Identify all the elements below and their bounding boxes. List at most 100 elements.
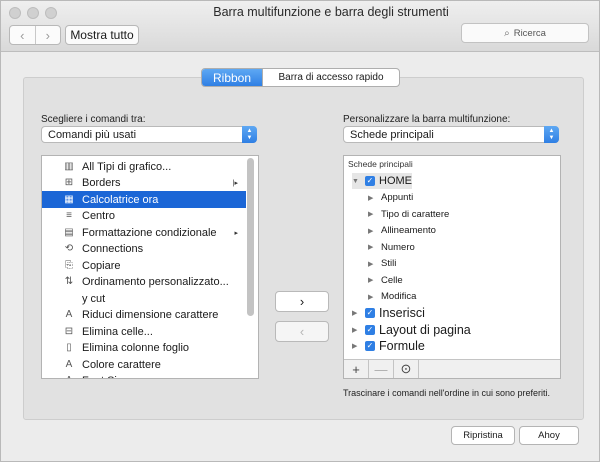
more-options-button[interactable]: ⊙ xyxy=(394,360,419,378)
customize-ribbon-popup[interactable]: Schede principali ▲ ▼ xyxy=(343,126,559,143)
tree-node-label: Numero xyxy=(381,241,415,253)
tree-node[interactable]: ▶ Modifica xyxy=(368,289,416,305)
font-color-icon: A xyxy=(65,358,73,370)
tab-checkbox[interactable]: ✓ xyxy=(365,176,375,186)
tree-node[interactable]: ▶ ✓ Formule xyxy=(352,338,425,354)
disclosure-collapsed-icon[interactable]: ▶ xyxy=(368,293,376,301)
tree-node[interactable]: ▶ ✓ Inserisci xyxy=(352,305,425,321)
command-item[interactable]: y cut xyxy=(42,290,246,307)
forward-button[interactable]: › xyxy=(34,26,61,44)
tree-node-label: Tipo di carattere xyxy=(381,208,450,220)
tab-checkbox[interactable]: ✓ xyxy=(365,341,375,351)
calculator-icon: ▦ xyxy=(64,193,74,205)
popup-arrows-icon: ▲ ▼ xyxy=(544,126,559,143)
add-tab-button[interactable]: + xyxy=(344,360,369,378)
add-command-button[interactable]: › xyxy=(275,291,329,312)
command-item[interactable]: ⊟ Elimina celle... xyxy=(42,323,246,340)
ok-button[interactable]: Ahoy xyxy=(519,426,579,445)
command-label: Elimina celle... xyxy=(82,325,153,338)
window-title: Barra multifunzione e barra degli strume… xyxy=(213,5,449,19)
commands-from-value: Comandi più usati xyxy=(48,128,137,141)
show-all-button[interactable]: Mostra tutto xyxy=(65,25,139,45)
tree-node[interactable]: ▶ Appunti xyxy=(368,190,413,206)
zoom-window-button[interactable] xyxy=(45,7,57,19)
disclosure-collapsed-icon[interactable]: ▶ xyxy=(368,194,376,202)
disclosure-collapsed-icon[interactable]: ▶ xyxy=(352,342,360,350)
tree-node[interactable]: ▶ Stili xyxy=(368,256,396,272)
command-label: All Tipi di grafico... xyxy=(82,160,172,173)
ribbon-tabs-tree[interactable]: Schede principali ▼ ✓ HOME ▶ Appunti ▶ Tipo di… xyxy=(343,155,561,379)
disclosure-collapsed-icon[interactable]: ▶ xyxy=(352,326,360,334)
command-item[interactable]: ⊞ Borders |▸ xyxy=(42,175,246,192)
close-window-button[interactable] xyxy=(9,7,21,19)
tree-node-label: HOME xyxy=(379,175,412,187)
remove-command-button[interactable]: ‹ xyxy=(275,321,329,342)
command-label: Font Size xyxy=(82,375,128,378)
commands-from-label: Scegliere i comandi tra: xyxy=(41,114,146,125)
copy-icon: ⎘ xyxy=(65,259,73,271)
command-item[interactable]: A Riduci dimensione carattere xyxy=(42,307,246,324)
delete-columns-icon: ▯ xyxy=(66,342,72,353)
tree-header: Schede principali xyxy=(348,159,413,169)
tree-node[interactable]: ▼ ✓ HOME xyxy=(352,173,412,189)
tree-node-label: Appunti xyxy=(381,192,414,203)
decrease-font-icon: A xyxy=(65,309,73,320)
tab-quick-access[interactable]: Barra di accesso rapido xyxy=(262,69,399,86)
tree-node-label: Modifica xyxy=(381,291,417,302)
disclosure-collapsed-icon[interactable]: ▶ xyxy=(368,227,376,235)
connections-icon: ⟲ xyxy=(64,243,74,254)
command-item[interactable]: ▥ All Tipi di grafico... xyxy=(42,158,246,175)
disclosure-collapsed-icon[interactable]: ▶ xyxy=(352,309,360,317)
title-bar: Barra multifunzione e barra degli strume… xyxy=(1,1,599,52)
tree-node[interactable]: ▶ ✓ Layout di pagina xyxy=(352,322,471,338)
command-label: Connections xyxy=(82,243,144,255)
tree-node-label: Layout di pagina xyxy=(379,322,471,337)
command-item[interactable]: ▤ Formattazione condizionale ▸ xyxy=(42,224,246,241)
command-label: Ordinamento personalizzato... xyxy=(82,276,229,288)
command-item[interactable]: ▯ Elimina colonne foglio xyxy=(42,340,246,357)
submenu-arrow-icon: |▸ xyxy=(232,180,238,187)
tree-toolbar: + — ⊙ xyxy=(344,359,560,378)
command-item[interactable]: ▦ Calcolatrice ora xyxy=(42,191,246,208)
command-label: Riduci dimensione carattere xyxy=(82,309,219,321)
command-item[interactable]: ⟲ Connections xyxy=(42,241,246,258)
command-label: y cut xyxy=(82,292,106,305)
font-size-icon: A xyxy=(62,375,76,378)
list-scrollbar[interactable] xyxy=(247,158,254,316)
command-label: Formattazione condizionale xyxy=(82,226,217,239)
remove-tab-button[interactable]: — xyxy=(369,360,394,378)
tree-node-label: Allineamento xyxy=(381,225,436,236)
disclosure-collapsed-icon[interactable]: ▶ xyxy=(368,276,376,284)
command-item[interactable]: ≡ Centro xyxy=(42,208,246,225)
commands-from-popup[interactable]: Comandi più usati ▲ ▼ xyxy=(41,126,257,143)
align-center-icon: ≡ xyxy=(66,210,72,221)
disclosure-collapsed-icon[interactable]: ▶ xyxy=(368,243,376,251)
reset-button[interactable]: Ripristina xyxy=(451,426,515,445)
disclosure-expanded-icon[interactable]: ▼ xyxy=(352,178,360,185)
sort-icon: ⇅ xyxy=(64,276,74,287)
command-item[interactable]: A Font Size xyxy=(42,373,246,378)
disclosure-collapsed-icon[interactable]: ▶ xyxy=(368,210,376,218)
disclosure-collapsed-icon[interactable]: ▶ xyxy=(368,260,376,268)
tree-node[interactable]: ▶ Tipo di carattere xyxy=(368,206,449,222)
tree-node[interactable]: ▶ Celle xyxy=(368,272,403,288)
tab-checkbox[interactable]: ✓ xyxy=(365,308,375,318)
tab-checkbox[interactable]: ✓ xyxy=(365,324,375,335)
command-label: Copiare xyxy=(82,259,121,272)
tree-node[interactable]: ▶ Numero xyxy=(368,239,415,255)
commands-list[interactable]: ▥ All Tipi di grafico... ⊞ Borders |▸ ▦ Calcol… xyxy=(41,155,259,379)
command-item[interactable]: A Colore carattere xyxy=(42,356,246,373)
minimize-window-button[interactable] xyxy=(27,7,39,19)
tab-ribbon[interactable]: Ribbon xyxy=(202,69,262,86)
command-label: Colore carattere xyxy=(82,358,161,371)
command-item[interactable]: ⎘ Copiare xyxy=(42,257,246,274)
command-item[interactable]: ⇅ Ordinamento personalizzato... xyxy=(42,274,246,291)
delete-cells-icon: ⊟ xyxy=(64,325,74,337)
chart-icon: ▥ xyxy=(64,160,74,172)
search-field[interactable]: ⌕ Ricerca xyxy=(461,23,589,43)
back-button[interactable]: ‹ xyxy=(10,26,35,44)
borders-icon: ⊞ xyxy=(64,177,74,188)
search-icon: ⌕ xyxy=(504,27,510,39)
search-placeholder: Ricerca xyxy=(513,27,546,39)
tree-node[interactable]: ▶ Allineamento xyxy=(368,223,436,239)
